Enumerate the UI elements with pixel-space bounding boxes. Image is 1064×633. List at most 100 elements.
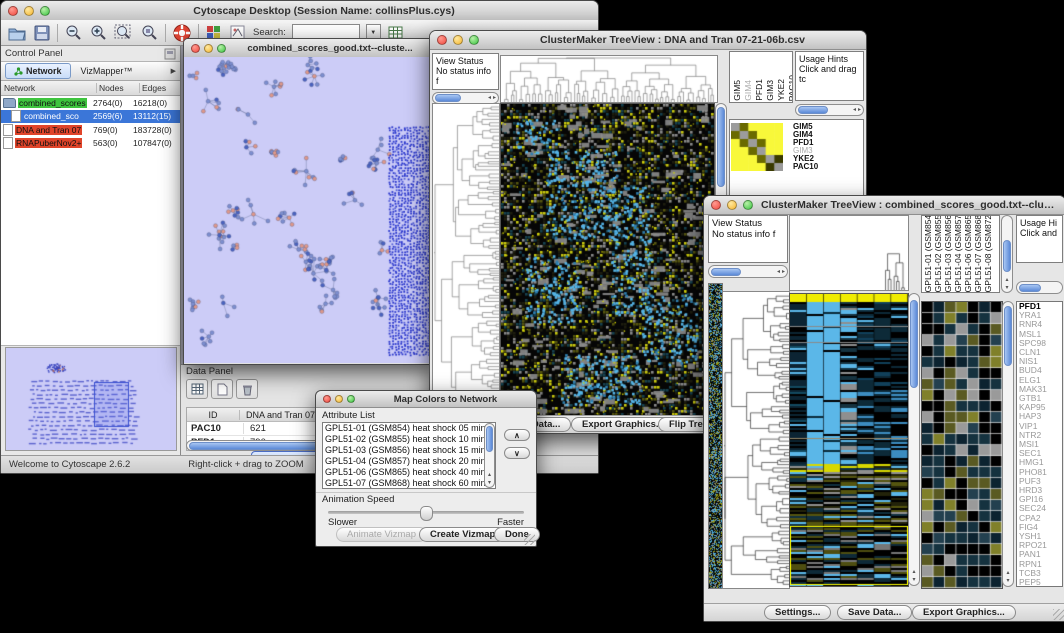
attribute-list-item[interactable]: GPL51-01 (GSM854) heat shock 05 min xyxy=(323,423,495,434)
animation-speed-slider[interactable] xyxy=(328,511,524,514)
tv2-zoom-vscrollbar[interactable]: ▴ ▾ xyxy=(1002,301,1014,587)
scroll-left-arrow[interactable]: ◂ xyxy=(853,107,856,113)
zoom-button[interactable] xyxy=(40,6,50,16)
col-header-network[interactable]: Network xyxy=(1,83,97,93)
minimize-button[interactable] xyxy=(204,44,213,53)
network-tree-table[interactable]: combined_scores2764(0)16218(0)combined_s… xyxy=(1,96,180,346)
network-row[interactable]: RNAPuberNov2+563(0)107847(0) xyxy=(1,137,180,151)
main-titlebar[interactable]: Cytoscape Desktop (Session Name: collins… xyxy=(1,1,598,21)
scroll-thumb[interactable] xyxy=(1019,284,1041,292)
attribute-list-vscrollbar[interactable]: ▴ ▾ xyxy=(484,423,495,488)
tv2-column-labels[interactable]: GPL51-01 (GSM854)GPL51-02 (GSM855)GPL51-… xyxy=(921,215,1000,293)
tv2-row-dendrogram[interactable] xyxy=(722,291,790,589)
treeview2-titlebar[interactable]: ClusterMaker TreeView : combined_scores_… xyxy=(704,196,1064,215)
scroll-thumb[interactable] xyxy=(1004,306,1012,366)
tv1-zoom-row-labels[interactable]: GIM5GIM4PFD1GIM3YKE2PAC10 xyxy=(793,123,861,175)
minimize-button[interactable] xyxy=(727,200,737,210)
scroll-up-arrow[interactable]: ▴ xyxy=(1003,570,1013,576)
scroll-left-arrow[interactable]: ◂ xyxy=(777,269,780,275)
scroll-thumb[interactable] xyxy=(910,300,918,388)
attribute-list-item[interactable]: GPL51-03 (GSM856) heat shock 15 min xyxy=(323,445,495,456)
tv1-column-labels[interactable]: GIM5GIM4PFD1GIM3YKE2PAC10 xyxy=(729,51,793,103)
treeview1-titlebar[interactable]: ClusterMaker TreeView : DNA and Tran 07-… xyxy=(430,31,866,50)
network-overview-canvas[interactable] xyxy=(5,347,177,451)
zoom-in-icon[interactable] xyxy=(89,23,108,42)
tv1-heatmap[interactable] xyxy=(500,103,715,417)
scroll-thumb[interactable] xyxy=(435,94,461,102)
tv2-gene-list[interactable]: PFD1YRA1RNR4MSL1SPC98CLN1NIS1BUD4ELG1MAK… xyxy=(1016,301,1063,587)
attribute-list-item[interactable]: GPL51-02 (GSM855) heat shock 10 min xyxy=(323,434,495,445)
open-session-icon[interactable] xyxy=(7,24,27,42)
tv2-settings-button[interactable]: Settings... xyxy=(764,605,831,620)
scroll-right-arrow[interactable]: ▸ xyxy=(782,269,785,275)
scroll-down-arrow[interactable]: ▾ xyxy=(909,577,919,583)
network-window-titlebar[interactable]: combined_scores_good.txt--cluste... xyxy=(184,39,434,58)
network-canvas[interactable] xyxy=(184,57,432,363)
tabs-overflow-arrow[interactable]: ▶ xyxy=(171,67,176,75)
scroll-thumb[interactable] xyxy=(717,107,725,187)
tv2-heatmap[interactable] xyxy=(789,293,909,587)
scroll-down-arrow[interactable]: ▾ xyxy=(485,480,494,486)
close-button[interactable] xyxy=(323,395,331,403)
close-button[interactable] xyxy=(711,200,721,210)
new-attribute-button[interactable] xyxy=(211,379,233,399)
zoom-button[interactable] xyxy=(469,35,479,45)
attribute-list-item[interactable]: GPL51-07 (GSM868) heat shock 60 min xyxy=(323,478,495,489)
zoom-button[interactable] xyxy=(347,395,355,403)
scroll-up-arrow[interactable]: ▴ xyxy=(485,472,494,478)
tv2-column-dendrogram[interactable] xyxy=(789,215,909,291)
tv2-viewstatus-scrollbar[interactable]: ◂ ▸ xyxy=(708,265,788,278)
delete-attribute-button[interactable] xyxy=(236,379,258,399)
network-row[interactable]: combined_sco2569(6)13112(15) xyxy=(1,110,180,124)
tv2-heatmap-vscrollbar[interactable]: ▴ ▾ xyxy=(908,293,920,586)
move-down-button[interactable]: ∨ xyxy=(504,447,530,459)
slider-thumb[interactable] xyxy=(420,506,433,521)
tv2-zoom-heatmap[interactable] xyxy=(921,301,1003,589)
dialog-titlebar[interactable]: Map Colors to Network xyxy=(316,391,536,408)
select-attributes-button[interactable] xyxy=(186,379,208,399)
attribute-listbox[interactable]: GPL51-01 (GSM854) heat shock 05 minGPL51… xyxy=(322,422,496,489)
scroll-thumb[interactable] xyxy=(1003,240,1011,272)
scroll-left-arrow[interactable]: ◂ xyxy=(488,95,491,101)
tv1-usage-scrollbar[interactable]: ◂ ▸ xyxy=(795,104,864,116)
zoom-button[interactable] xyxy=(743,200,753,210)
zoom-fit-icon[interactable] xyxy=(114,23,134,42)
tv2-export-graphics-button[interactable]: Export Graphics... xyxy=(912,605,1016,620)
close-button[interactable] xyxy=(191,44,200,53)
tv1-zoom-matrix[interactable] xyxy=(731,123,783,171)
save-session-icon[interactable] xyxy=(33,24,51,42)
scroll-thumb[interactable] xyxy=(486,426,493,452)
network-row[interactable]: DNA and Tran 07769(0)183728(0) xyxy=(1,123,180,137)
tv1-column-dendrogram[interactable] xyxy=(500,55,718,103)
network-row[interactable]: combined_scores2764(0)16218(0) xyxy=(1,96,180,110)
float-panel-icon[interactable] xyxy=(164,48,176,60)
col-header-edges[interactable]: Edges xyxy=(140,83,180,93)
minimize-button[interactable] xyxy=(24,6,34,16)
minimize-button[interactable] xyxy=(335,395,343,403)
resize-grip[interactable] xyxy=(524,534,535,545)
close-button[interactable] xyxy=(437,35,447,45)
zoom-button[interactable] xyxy=(217,44,226,53)
scroll-thumb[interactable] xyxy=(711,268,741,276)
scroll-down-arrow[interactable]: ▾ xyxy=(1003,578,1013,584)
tv2-usage-scrollbar[interactable] xyxy=(1016,281,1063,294)
attribute-list-item[interactable]: GPL51-06 (GSM865) heat shock 40 min xyxy=(323,467,495,478)
tab-vizmapper[interactable]: VizMapper™ xyxy=(71,66,143,76)
scroll-thumb[interactable] xyxy=(798,106,828,114)
close-button[interactable] xyxy=(8,6,18,16)
minimize-button[interactable] xyxy=(453,35,463,45)
zoom-selected-icon[interactable] xyxy=(140,23,159,42)
zoom-out-icon[interactable] xyxy=(64,23,83,42)
scroll-down-arrow[interactable]: ▾ xyxy=(1002,285,1012,291)
tab-network[interactable]: Network xyxy=(5,63,71,79)
animate-vizmap-button[interactable]: Animate Vizmap xyxy=(336,527,427,542)
tv2-save-data-button[interactable]: Save Data... xyxy=(837,605,912,620)
scroll-up-arrow[interactable]: ▴ xyxy=(909,569,919,575)
scroll-right-arrow[interactable]: ▸ xyxy=(493,95,496,101)
scroll-right-arrow[interactable]: ▸ xyxy=(858,107,861,113)
col-id[interactable]: ID xyxy=(187,410,240,420)
tv2-column-labels-vscrollbar[interactable]: ▴ ▾ xyxy=(1001,215,1013,293)
tv2-global-overview[interactable] xyxy=(708,283,723,589)
col-header-nodes[interactable]: Nodes xyxy=(97,83,140,93)
scroll-up-arrow[interactable]: ▴ xyxy=(1002,277,1012,283)
